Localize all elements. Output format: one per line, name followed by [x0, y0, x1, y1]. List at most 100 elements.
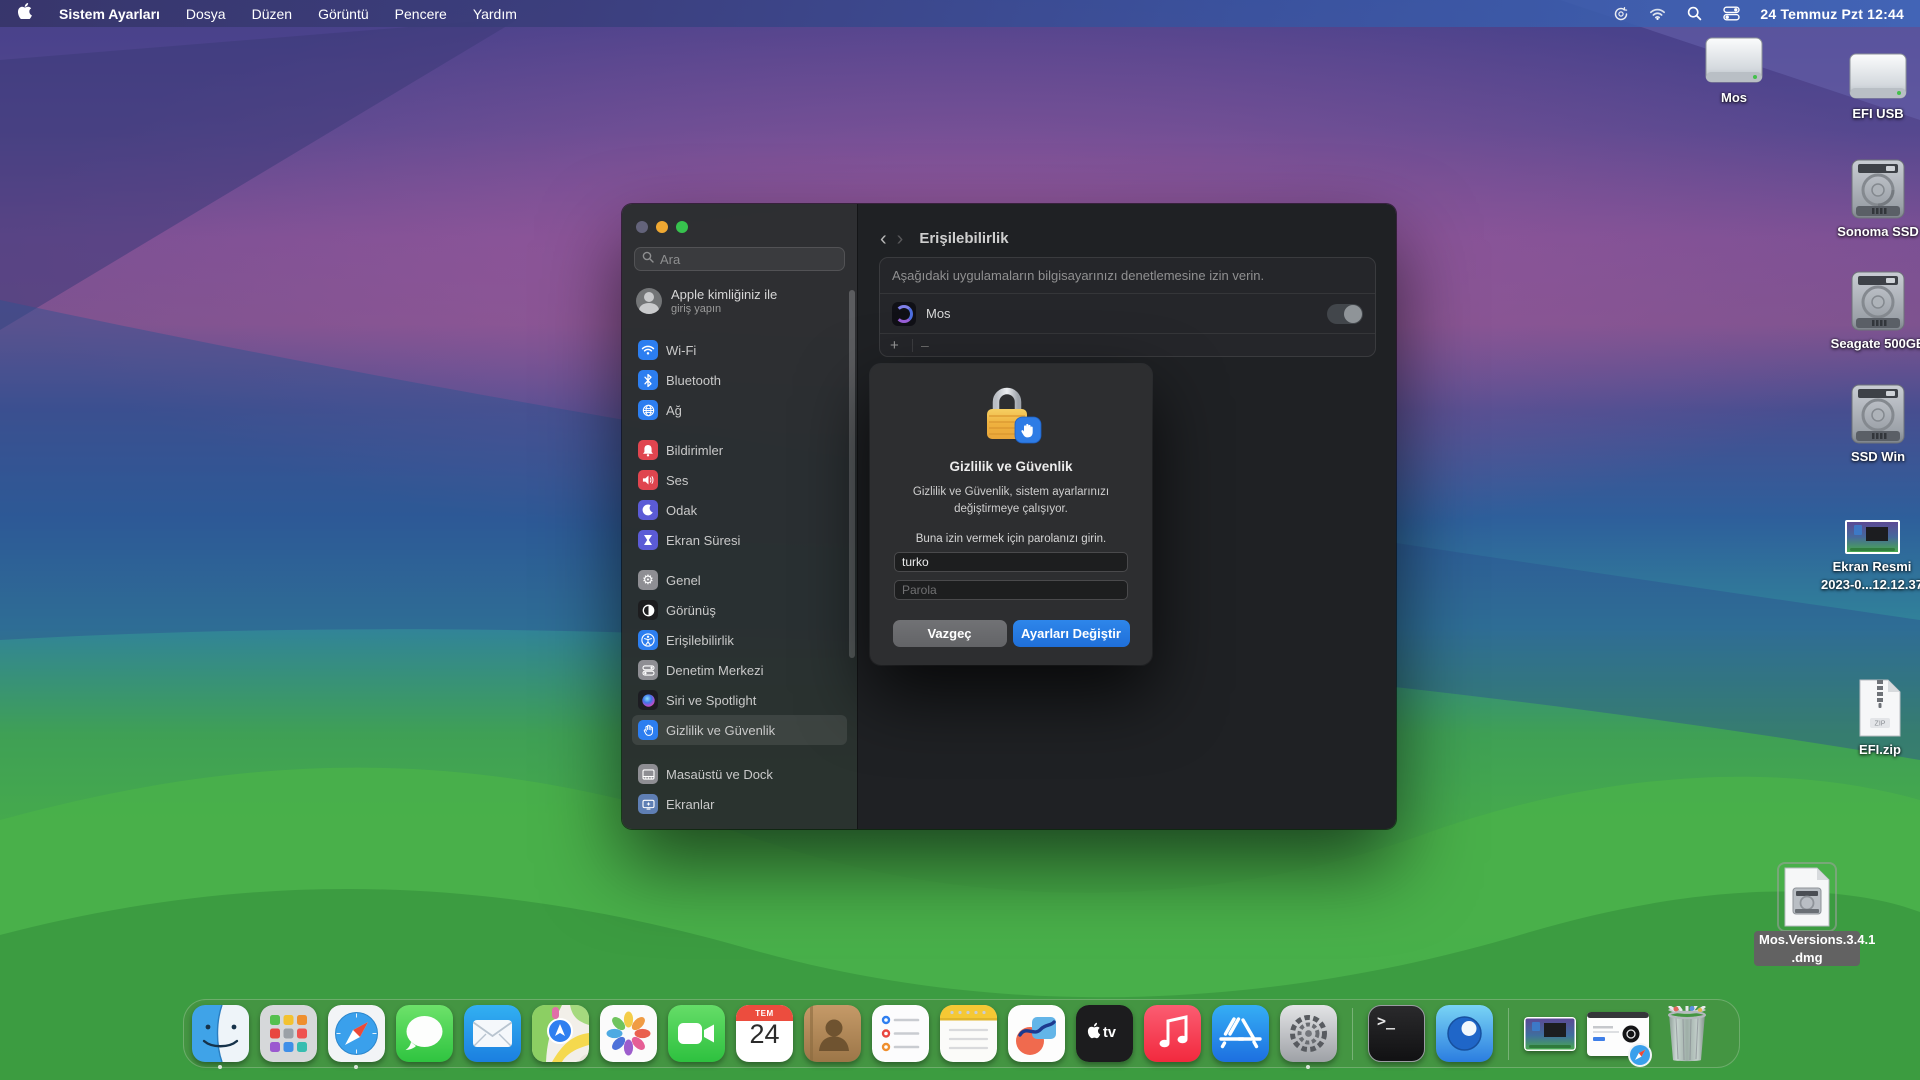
dock-finder[interactable]: [192, 1005, 249, 1062]
dock-separator: [1508, 1008, 1509, 1060]
sidebar-item-wifi[interactable]: Wi-Fi: [632, 335, 847, 365]
sidebar-search[interactable]: [634, 247, 845, 271]
accessibility-icon: [638, 630, 658, 650]
username-field[interactable]: [894, 552, 1128, 572]
moon-icon: [638, 500, 658, 520]
wifi-status-icon[interactable]: [1649, 5, 1666, 22]
freeform-icon: [1008, 1005, 1065, 1062]
dock-trash[interactable]: [1660, 1005, 1714, 1062]
dock-terminal[interactable]: >_: [1368, 1005, 1425, 1062]
dock-launchpad[interactable]: [260, 1005, 317, 1062]
dock-icon: [638, 764, 658, 784]
minimize-button[interactable]: [656, 221, 668, 233]
password-field[interactable]: [894, 580, 1128, 600]
dock-maps[interactable]: [532, 1005, 589, 1062]
external-drive-icon: [1847, 52, 1909, 102]
desktop-icon-screenshot[interactable]: Ekran Resmi2023-0...12.12.37: [1814, 519, 1920, 593]
sidebar-item-sound[interactable]: Ses: [632, 465, 847, 495]
desktop-icon-mos[interactable]: Mos: [1676, 36, 1792, 107]
app-store-icon: [1212, 1005, 1269, 1062]
menu-yardim[interactable]: Yardım: [462, 6, 528, 22]
add-app-button[interactable]: +: [890, 337, 912, 354]
mos-sync-icon[interactable]: [1612, 5, 1629, 22]
close-button[interactable]: [636, 221, 648, 233]
authentication-dialog: Gizlilik ve Güvenlik Gizlilik ve Güvenli…: [870, 364, 1152, 665]
control-center-icon[interactable]: [1723, 5, 1740, 22]
hand-icon: [638, 720, 658, 740]
desktop-icon-efi-usb[interactable]: EFI USB: [1820, 52, 1920, 123]
display-icon: [638, 794, 658, 814]
dock-minimized-screenshot[interactable]: [1524, 1005, 1576, 1062]
dock-system-settings[interactable]: [1280, 1005, 1337, 1062]
dock-photos[interactable]: [600, 1005, 657, 1062]
sidebar-item-notifications[interactable]: Bildirimler: [632, 435, 847, 465]
dock-facetime[interactable]: [668, 1005, 725, 1062]
sidebar-item-accessibility[interactable]: Erişilebilirlik: [632, 625, 847, 655]
menu-goruntu[interactable]: Görüntü: [307, 6, 380, 22]
dock-mail[interactable]: [464, 1005, 521, 1062]
apple-menu-icon[interactable]: [18, 3, 44, 25]
sidebar-item-privacy-security[interactable]: Gizlilik ve Güvenlik: [632, 715, 847, 745]
forward-arrow-icon[interactable]: ›: [897, 232, 904, 246]
search-input[interactable]: [660, 252, 837, 267]
sidebar-item-network[interactable]: Ağ: [632, 395, 847, 425]
sidebar-scrollbar[interactable]: [849, 290, 855, 658]
dialog-instruction: Buna izin vermek için parolanızı girin.: [916, 533, 1106, 545]
menu-bar: Sistem Ayarları Dosya Düzen Görüntü Penc…: [0, 0, 1920, 27]
dialog-title: Gizlilik ve Güvenlik: [949, 459, 1072, 474]
dock-notes[interactable]: [940, 1005, 997, 1062]
dock-reminders[interactable]: [872, 1005, 929, 1062]
photos-icon: [600, 1005, 657, 1062]
menu-duzen[interactable]: Düzen: [241, 6, 303, 22]
running-indicator: [1306, 1065, 1310, 1069]
speaker-icon: [638, 470, 658, 490]
safari-badge-icon: [1627, 1042, 1653, 1068]
desktop-icon-sonoma-ssd[interactable]: Sonoma SSD: [1820, 158, 1920, 241]
window-controls: [632, 218, 847, 247]
sidebar-item-screen-time[interactable]: Ekran Süresi: [632, 525, 847, 555]
dock-safari[interactable]: [328, 1005, 385, 1062]
desktop-icon-ssd-win[interactable]: SSD Win: [1820, 383, 1920, 466]
dock-calendar[interactable]: TEM 24: [736, 1005, 793, 1062]
sidebar-item-focus[interactable]: Odak: [632, 495, 847, 525]
dock-app-store[interactable]: [1212, 1005, 1269, 1062]
menu-app-name[interactable]: Sistem Ayarları: [48, 6, 171, 22]
desktop-icon-mos-dmg[interactable]: Mos.Versions.3.4.1.dmg: [1749, 866, 1865, 966]
mos-permission-toggle[interactable]: [1327, 304, 1363, 324]
accessibility-permission-group: Aşağıdaki uygulamaların bilgisayarınızı …: [879, 257, 1376, 357]
confirm-button[interactable]: Ayarları Değiştir: [1013, 620, 1130, 647]
sidebar-item-control-center[interactable]: Denetim Merkezi: [632, 655, 847, 685]
bluetooth-icon: [638, 370, 658, 390]
dock-apple-tv[interactable]: tv: [1076, 1005, 1133, 1062]
dock-separator: [1352, 1008, 1353, 1060]
sidebar-item-desktop-dock[interactable]: Masaüstü ve Dock: [632, 759, 847, 789]
apple-id-row[interactable]: Apple kimliğiniz ile giriş yapın: [632, 271, 847, 325]
dock-messages[interactable]: [396, 1005, 453, 1062]
zip-file-icon: ZIP: [1856, 678, 1904, 738]
dock-freeform[interactable]: [1008, 1005, 1065, 1062]
sidebar-item-siri[interactable]: Siri ve Spotlight: [632, 685, 847, 715]
running-indicator: [354, 1065, 358, 1069]
spotlight-icon[interactable]: [1686, 5, 1703, 22]
dock-minimized-safari-window[interactable]: [1587, 1005, 1649, 1062]
back-arrow-icon[interactable]: ‹: [880, 232, 887, 246]
dock-music[interactable]: [1144, 1005, 1201, 1062]
safari-icon: [328, 1005, 385, 1062]
dmg-file-icon: [1781, 866, 1833, 928]
desktop-icon-seagate[interactable]: Seagate 500GB: [1820, 270, 1920, 353]
music-icon: [1144, 1005, 1201, 1062]
cancel-button[interactable]: Vazgeç: [893, 620, 1007, 647]
menu-dosya[interactable]: Dosya: [175, 6, 237, 22]
desktop-icon-efi-zip[interactable]: ZIP EFI.zip: [1822, 678, 1920, 759]
sidebar-item-displays[interactable]: Ekranlar: [632, 789, 847, 819]
dock-mos-app[interactable]: [1436, 1005, 1493, 1062]
dock-contacts[interactable]: [804, 1005, 861, 1062]
sidebar-item-bluetooth[interactable]: Bluetooth: [632, 365, 847, 395]
gear-icon: ⚙: [638, 570, 658, 590]
remove-app-button[interactable]: –: [921, 337, 929, 353]
menu-pencere[interactable]: Pencere: [384, 6, 458, 22]
sidebar-item-appearance[interactable]: Görünüş: [632, 595, 847, 625]
sidebar-item-general[interactable]: ⚙ Genel: [632, 565, 847, 595]
menu-clock[interactable]: 24 Temmuz Pzt 12:44: [1760, 6, 1904, 22]
zoom-button[interactable]: [676, 221, 688, 233]
